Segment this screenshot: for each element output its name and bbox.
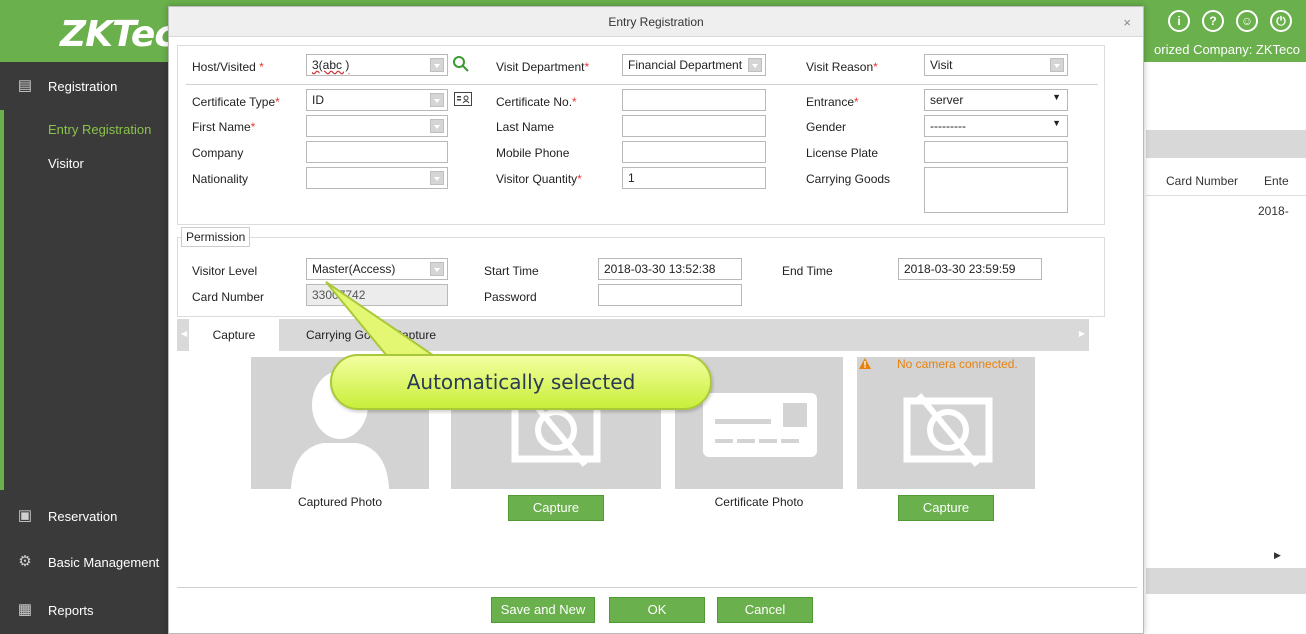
license-plate-label: License Plate	[806, 146, 879, 160]
captured-photo-label: Captured Photo	[297, 495, 383, 509]
sidebar: ▤ Registration Entry Registration Visito…	[0, 62, 168, 634]
table-cell-date: 2018-	[1258, 204, 1289, 218]
nationality-label: Nationality	[192, 172, 249, 186]
host-label: Host/Visited *	[192, 60, 264, 74]
info-icon[interactable]: i	[1168, 10, 1190, 32]
sidebar-item-label: Reservation	[48, 508, 118, 524]
help-icon[interactable]: ?	[1202, 10, 1224, 32]
card-number-label: Card Number	[192, 290, 265, 304]
last-name-input[interactable]	[622, 115, 766, 137]
gender-label: Gender	[806, 120, 847, 134]
chevron-down-icon: ▼	[1052, 92, 1061, 102]
visitor-quantity-label: Visitor Quantity*	[496, 172, 582, 186]
end-time-input[interactable]: 2018-03-30 23:59:59	[898, 258, 1042, 280]
reports-icon: ▦	[17, 601, 33, 618]
ok-button[interactable]: OK	[609, 597, 705, 623]
sidebar-item-label: Basic Management	[48, 554, 160, 570]
certificate-type-label: Certificate Type*	[192, 95, 280, 109]
tab-capture[interactable]: Capture	[189, 319, 279, 351]
certificate-photo-label: Certificate Photo	[714, 495, 804, 509]
first-name-input[interactable]	[306, 115, 448, 137]
capture-tabs: ◀ Capture Carrying Goods Capture ▶	[177, 319, 1089, 351]
cancel-button[interactable]: Cancel	[717, 597, 813, 623]
host-input[interactable]: 3(abc )	[306, 54, 448, 76]
certificate-no-label: Certificate No.*	[496, 95, 577, 109]
column-header-enter[interactable]: Ente	[1264, 174, 1289, 188]
permission-section: Visitor Level Master(Access) Start Time …	[177, 237, 1105, 317]
visitor-level-label: Visitor Level	[192, 264, 258, 278]
authorized-company: orized Company: ZKTeco	[1154, 42, 1300, 57]
warning-icon	[859, 358, 871, 372]
no-camera-icon	[903, 393, 993, 467]
certificate-type-select[interactable]: ID	[306, 89, 448, 111]
automatically-selected-callout: Automatically selected	[330, 354, 712, 410]
nationality-select[interactable]	[306, 167, 448, 189]
card-number-input: 33007742	[306, 284, 448, 306]
tab-scroll-left-icon[interactable]: ◀	[181, 329, 187, 338]
save-and-new-button[interactable]: Save and New	[491, 597, 595, 623]
chevron-down-icon: ▼	[1052, 118, 1061, 128]
sidebar-item-entry-registration[interactable]: Entry Registration	[48, 122, 151, 137]
gender-select[interactable]: --------- ▼	[924, 115, 1068, 137]
background-band	[1146, 130, 1306, 158]
company-input[interactable]	[306, 141, 448, 163]
capture-button[interactable]: Capture	[898, 495, 994, 521]
camera-preview-2	[857, 357, 1035, 489]
entry-registration-dialog: Entry Registration × Host/Visited * 3(ab…	[168, 6, 1144, 634]
visitor-info-section: Host/Visited * 3(abc ) Visit Department*…	[177, 45, 1105, 225]
reservation-icon: ▣	[17, 507, 33, 524]
entrance-label: Entrance*	[806, 95, 859, 109]
dialog-title: Entry Registration	[169, 7, 1143, 37]
capture-button[interactable]: Capture	[508, 495, 604, 521]
sidebar-accent	[0, 110, 4, 490]
tab-scroll-right-icon[interactable]: ▶	[1079, 329, 1085, 338]
divider	[186, 84, 1098, 85]
no-camera-warning: No camera connected.	[897, 357, 1018, 371]
mobile-phone-input[interactable]	[622, 141, 766, 163]
power-icon[interactable]: ⏻	[1270, 10, 1292, 32]
sidebar-item-label: Registration	[48, 78, 118, 94]
visitor-quantity-input[interactable]: 1	[622, 167, 766, 189]
visit-department-label: Visit Department*	[496, 60, 590, 74]
footer-divider	[177, 587, 1137, 588]
end-time-label: End Time	[782, 264, 833, 278]
id-card-reader-icon[interactable]	[454, 92, 472, 109]
header-icons: i ? ☺ ⏻	[1168, 10, 1292, 32]
certificate-no-input[interactable]	[622, 89, 766, 111]
registration-icon: ▤	[17, 77, 33, 94]
column-header-card-number[interactable]: Card Number	[1166, 174, 1238, 188]
mobile-phone-label: Mobile Phone	[496, 146, 570, 160]
close-icon[interactable]: ×	[1123, 15, 1131, 30]
sidebar-item-reservation[interactable]: ▣ Reservation	[0, 504, 168, 528]
sidebar-item-label: Reports	[48, 602, 94, 618]
first-name-label: First Name*	[192, 120, 256, 134]
background-band	[1146, 568, 1306, 594]
carrying-goods-label: Carrying Goods	[806, 172, 891, 186]
gear-icon: ⚙	[18, 553, 32, 570]
password-label: Password	[484, 290, 537, 304]
start-time-input[interactable]: 2018-03-30 13:52:38	[598, 258, 742, 280]
sidebar-item-registration[interactable]: ▤ Registration	[0, 74, 168, 98]
password-input[interactable]	[598, 284, 742, 306]
search-icon[interactable]	[452, 55, 470, 76]
entrance-select[interactable]: server ▼	[924, 89, 1068, 111]
carrying-goods-textarea[interactable]	[924, 167, 1068, 213]
visit-reason-select[interactable]: Visit	[924, 54, 1068, 76]
visit-department-select[interactable]: Financial Department	[622, 54, 766, 76]
sidebar-item-basic-management[interactable]: ⚙ Basic Management	[0, 550, 168, 574]
start-time-label: Start Time	[484, 264, 539, 278]
last-name-label: Last Name	[496, 120, 555, 134]
company-label: Company	[192, 146, 244, 160]
visitor-level-select[interactable]: Master(Access)	[306, 258, 448, 280]
tab-carrying-goods-capture[interactable]: Carrying Goods Capture	[291, 319, 451, 351]
sidebar-item-visitor[interactable]: Visitor	[48, 156, 84, 171]
license-plate-input[interactable]	[924, 141, 1068, 163]
permission-legend: Permission	[181, 227, 251, 247]
sidebar-item-reports[interactable]: ▦ Reports	[0, 598, 168, 622]
visit-reason-label: Visit Reason*	[806, 60, 878, 74]
user-icon[interactable]: ☺	[1236, 10, 1258, 32]
scroll-right-icon[interactable]: ▶	[1274, 550, 1281, 561]
